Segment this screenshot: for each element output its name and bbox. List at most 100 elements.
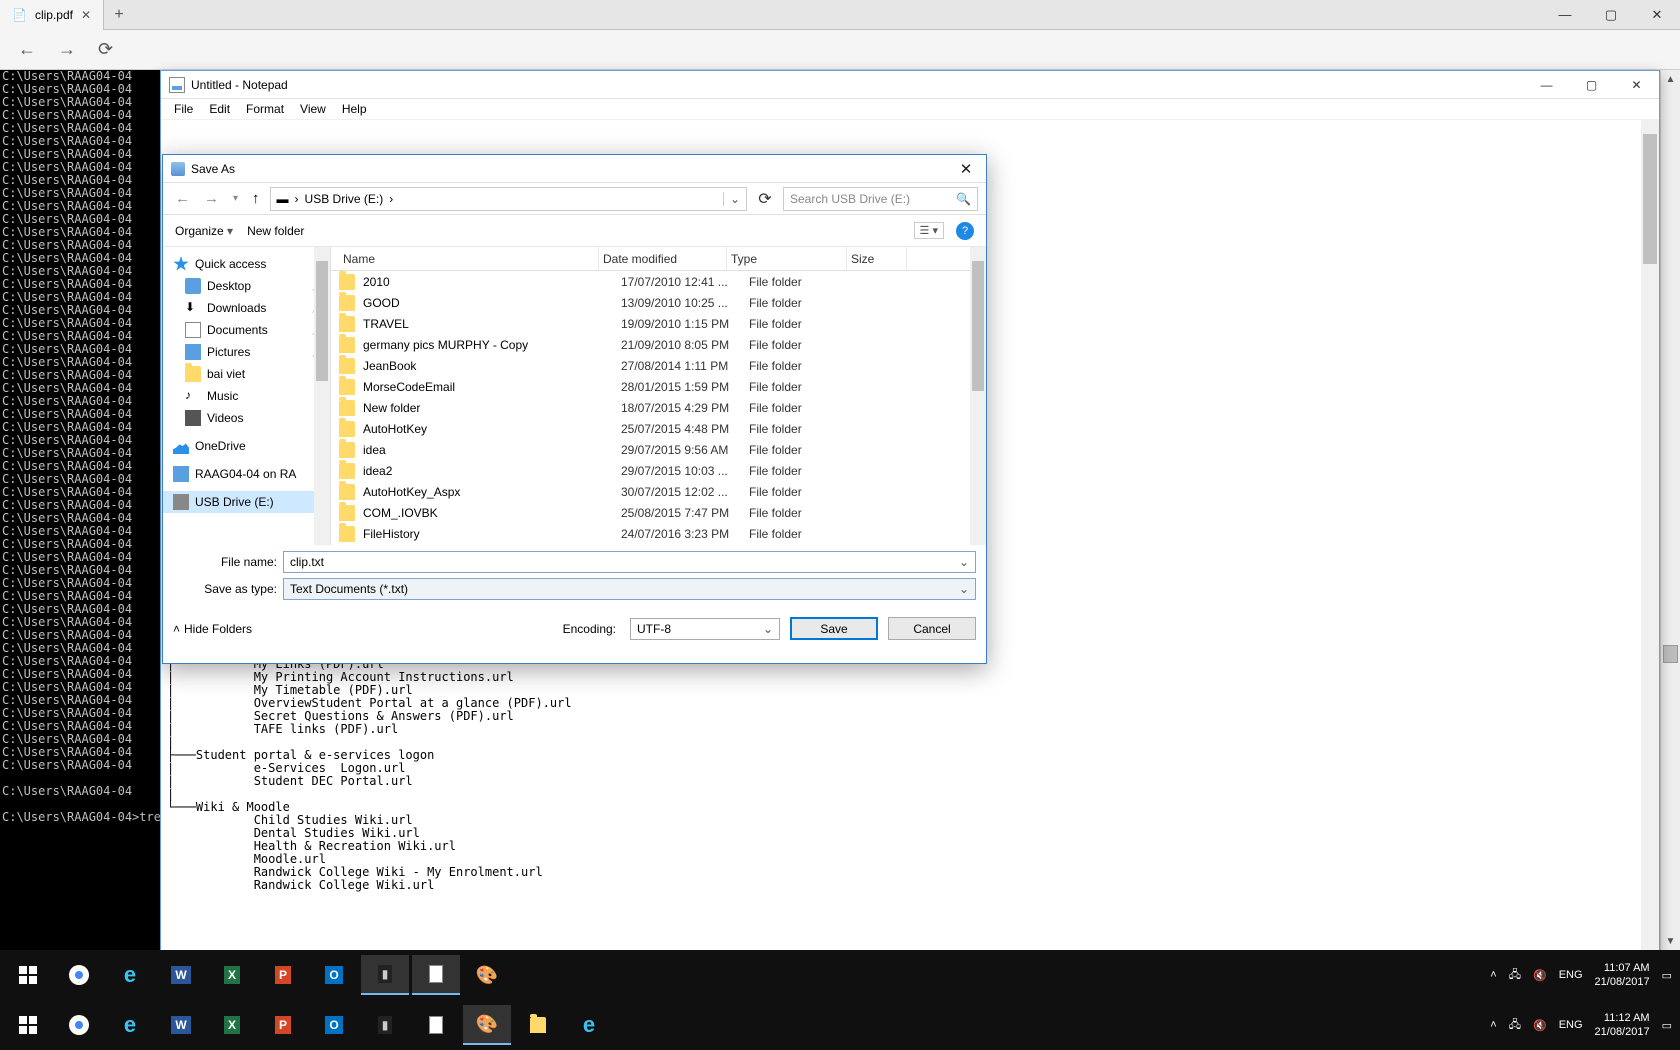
ie-icon[interactable]: e: [106, 1005, 154, 1045]
breadcrumb[interactable]: ▬ › USB Drive (E:) › ⌄: [270, 187, 747, 211]
new-tab-button[interactable]: +: [104, 6, 134, 24]
search-icon[interactable]: 🔍: [956, 192, 971, 206]
tree-videos[interactable]: Videos: [163, 407, 330, 429]
filename-input[interactable]: ⌄: [283, 551, 976, 573]
scroll-down-icon[interactable]: ▼: [1661, 932, 1680, 950]
page-scrollbar[interactable]: ▲ ▼: [1660, 70, 1680, 950]
nav-back[interactable]: ←: [171, 190, 194, 207]
tree-baiviet[interactable]: bai viet: [163, 363, 330, 385]
chrome-icon[interactable]: [55, 1005, 103, 1045]
crumb-dropdown[interactable]: ⌄: [723, 192, 746, 206]
encoding-select[interactable]: UTF-8⌄: [630, 618, 780, 640]
file-row[interactable]: AutoHotKey25/07/2015 4:48 PMFile folder: [331, 418, 986, 439]
tray-network-icon[interactable]: 🖧: [1509, 966, 1521, 985]
tree-pc[interactable]: RAAG04-04 on RA: [163, 463, 330, 485]
notepad-close[interactable]: ✕: [1614, 71, 1659, 99]
organize-button[interactable]: Organize: [175, 224, 233, 238]
tree-usb-selected[interactable]: USB Drive (E:): [163, 491, 330, 513]
file-row[interactable]: MorseCodeEmail28/01/2015 1:59 PMFile fol…: [331, 376, 986, 397]
scroll-thumb[interactable]: [316, 261, 328, 381]
notepad-vscroll[interactable]: [1641, 120, 1659, 986]
col-type[interactable]: Type: [727, 247, 847, 270]
tray-notifications-icon[interactable]: ▭: [1662, 1019, 1672, 1032]
edge-icon[interactable]: e: [565, 1005, 613, 1045]
tree-scrollbar[interactable]: [314, 247, 330, 545]
tray-network-icon[interactable]: 🖧: [1509, 1016, 1521, 1035]
file-row[interactable]: GOOD13/09/2010 10:25 ...File folder: [331, 292, 986, 313]
scroll-thumb[interactable]: [1663, 645, 1678, 663]
file-row[interactable]: TRAVEL19/09/2010 1:15 PMFile folder: [331, 313, 986, 334]
file-row[interactable]: idea229/07/2015 10:03 ...File folder: [331, 460, 986, 481]
nav-forward[interactable]: →: [200, 190, 223, 207]
scroll-thumb[interactable]: [972, 261, 984, 391]
outlook-icon[interactable]: O: [310, 955, 358, 995]
cmd-icon[interactable]: ▮: [361, 1005, 409, 1045]
nav-recent[interactable]: ▾: [229, 193, 242, 204]
back-button[interactable]: ←: [18, 39, 36, 60]
tree-documents[interactable]: Documents📌: [163, 319, 330, 341]
tray-volume-icon[interactable]: 🔇: [1533, 969, 1547, 982]
file-row[interactable]: 201017/07/2010 12:41 ...File folder: [331, 271, 986, 292]
file-row[interactable]: New folder18/07/2015 4:29 PMFile folder: [331, 397, 986, 418]
filename-text[interactable]: [290, 555, 959, 569]
col-size[interactable]: Size: [847, 247, 907, 270]
tray-clock[interactable]: 11:12 AM21/08/2017: [1595, 1011, 1650, 1039]
ie-icon[interactable]: e: [106, 955, 154, 995]
word-icon[interactable]: W: [157, 1005, 205, 1045]
file-row[interactable]: idea29/07/2015 9:56 AMFile folder: [331, 439, 986, 460]
start-button[interactable]: [4, 1005, 52, 1045]
powerpoint-icon[interactable]: P: [259, 955, 307, 995]
excel-icon[interactable]: X: [208, 955, 256, 995]
tray-chevron-icon[interactable]: ˄: [1490, 969, 1496, 981]
menu-file[interactable]: File: [167, 100, 200, 118]
tree-music[interactable]: ♪Music: [163, 385, 330, 407]
new-folder-button[interactable]: New folder: [247, 224, 304, 238]
maximize-button[interactable]: ▢: [1588, 0, 1634, 30]
savetype-select[interactable]: Text Documents (*.txt)⌄: [283, 578, 976, 600]
menu-view[interactable]: View: [293, 100, 333, 118]
menu-help[interactable]: Help: [335, 100, 374, 118]
dropdown-icon[interactable]: ⌄: [959, 582, 969, 596]
notepad-taskbar-icon[interactable]: [412, 955, 460, 995]
scroll-up-icon[interactable]: ▲: [1661, 70, 1680, 88]
cmd-icon[interactable]: ▮: [361, 955, 409, 995]
tray-chevron-icon[interactable]: ˄: [1490, 1019, 1496, 1031]
explorer-icon[interactable]: [514, 1005, 562, 1045]
powerpoint-icon[interactable]: P: [259, 1005, 307, 1045]
minimize-button[interactable]: —: [1542, 0, 1588, 30]
tree-pictures[interactable]: Pictures📌: [163, 341, 330, 363]
tree-quick-access[interactable]: Quick access: [163, 253, 330, 275]
notepad-minimize[interactable]: —: [1524, 71, 1569, 99]
hide-folders-button[interactable]: ˄Hide Folders: [173, 622, 252, 636]
notepad-maximize[interactable]: ▢: [1569, 71, 1614, 99]
browser-tab[interactable]: 📄 clip.pdf ✕: [0, 0, 104, 30]
file-row[interactable]: germany pics MURPHY - Copy21/09/2010 8:0…: [331, 334, 986, 355]
scroll-thumb[interactable]: [1643, 134, 1657, 264]
file-row[interactable]: AutoHotKey_Aspx30/07/2015 12:02 ...File …: [331, 481, 986, 502]
col-date[interactable]: Date modified: [599, 247, 727, 270]
tree-desktop[interactable]: Desktop📌: [163, 275, 330, 297]
paint-icon[interactable]: 🎨: [463, 955, 511, 995]
forward-button[interactable]: →: [58, 39, 76, 60]
close-button[interactable]: ✕: [1634, 0, 1680, 30]
file-row[interactable]: FileHistory24/07/2016 3:23 PMFile folder: [331, 523, 986, 544]
menu-format[interactable]: Format: [239, 100, 291, 118]
outlook-icon[interactable]: O: [310, 1005, 358, 1045]
tab-close-icon[interactable]: ✕: [81, 8, 91, 22]
excel-icon[interactable]: X: [208, 1005, 256, 1045]
search-field[interactable]: Search USB Drive (E:) 🔍: [783, 187, 978, 211]
help-button[interactable]: ?: [956, 222, 974, 240]
file-row[interactable]: JeanBook27/08/2014 1:11 PMFile folder: [331, 355, 986, 376]
cancel-button[interactable]: Cancel: [888, 617, 976, 640]
tray-lang[interactable]: ENG: [1559, 969, 1583, 981]
col-name[interactable]: Name: [339, 247, 599, 270]
nav-up[interactable]: ↑: [248, 190, 264, 207]
dialog-close-button[interactable]: ✕: [946, 160, 986, 178]
notepad-taskbar-icon[interactable]: [412, 1005, 460, 1045]
start-button[interactable]: [4, 955, 52, 995]
tree-downloads[interactable]: ⬇Downloads📌: [163, 297, 330, 319]
refresh-button[interactable]: ⟳: [753, 189, 777, 209]
dropdown-icon[interactable]: ⌄: [959, 555, 969, 569]
dropdown-icon[interactable]: ⌄: [763, 622, 773, 636]
menu-edit[interactable]: Edit: [202, 100, 237, 118]
